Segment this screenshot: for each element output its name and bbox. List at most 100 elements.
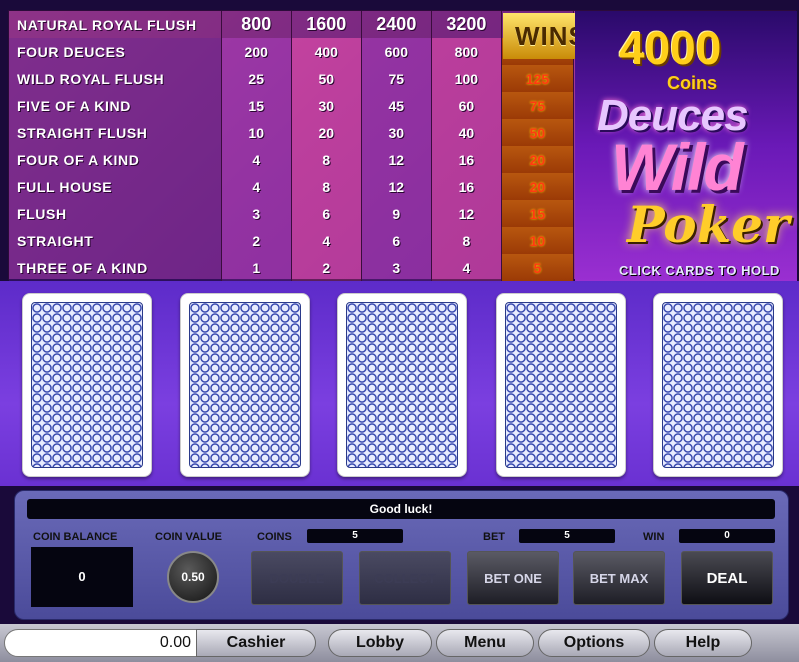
payout-bet-1: 25 (221, 65, 292, 92)
payout-bet-4: 100 (431, 65, 502, 92)
payout-bet-4: 4 (431, 254, 502, 281)
payout-bet-2: 4 (291, 227, 362, 254)
payout-bet-2: 20 (291, 119, 362, 146)
payout-bet-4: 40 (431, 119, 502, 146)
win-amount: 20 (501, 146, 575, 173)
cashier-button[interactable]: Cashier (196, 629, 316, 657)
hand-name: NATURAL ROYAL FLUSH (9, 11, 222, 38)
paytable-row: FOUR OF A KIND 4 8 12 16 20 (9, 146, 575, 173)
jackpot-amount: 4000 (619, 22, 722, 74)
coin-balance-label: COIN BALANCE (33, 531, 118, 543)
payout-bet-1: 200 (221, 38, 292, 65)
card-slot-2[interactable] (180, 293, 310, 477)
payout-bet-3: 30 (361, 119, 432, 146)
bet-label: BET (483, 531, 505, 543)
paytable-row: FIVE OF A KIND 15 30 45 60 75 (9, 92, 575, 119)
payout-bet-1: 1 (221, 254, 292, 281)
payout-bet-3: 2400 (361, 11, 432, 38)
payout-bet-3: 9 (361, 200, 432, 227)
hand-name: STRAIGHT (9, 227, 222, 254)
menu-button[interactable]: Menu (436, 629, 534, 657)
win-amount: 75 (501, 92, 575, 119)
card-back-pattern (31, 302, 143, 468)
bet-display: 5 (519, 529, 615, 543)
account-balance: 0.00 (4, 629, 200, 657)
paytable-grid: NATURAL ROYAL FLUSH 800 1600 2400 3200 F… (9, 11, 575, 281)
payout-bet-1: 15 (221, 92, 292, 119)
payout-bet-2: 8 (291, 173, 362, 200)
win-label: WIN (643, 531, 665, 543)
logo-title-poker: Poker (627, 195, 790, 254)
bet-one-button[interactable]: BET ONE (467, 551, 559, 605)
payout-bet-3: 12 (361, 146, 432, 173)
paytable-row: STRAIGHT FLUSH 10 20 30 40 50 (9, 119, 575, 146)
payout-bet-2: 6 (291, 200, 362, 227)
payout-bet-4: 8 (431, 227, 502, 254)
payout-bet-4: 16 (431, 146, 502, 173)
payout-bet-4: 800 (431, 38, 502, 65)
payout-bet-1: 800 (221, 11, 292, 38)
paytable-row: NATURAL ROYAL FLUSH 800 1600 2400 3200 (9, 11, 575, 38)
win-amount: 50 (501, 119, 575, 146)
coin-balance-display: 0 (31, 547, 133, 607)
payout-bet-2: 30 (291, 92, 362, 119)
hand-name: WILD ROYAL FLUSH (9, 65, 222, 92)
paytable-row: FOUR DEUCES2004006008001000 (9, 38, 575, 65)
win-amount: 5 (501, 254, 575, 281)
payout-bet-4: 60 (431, 92, 502, 119)
card-slot-1[interactable] (22, 293, 152, 477)
hand-name: THREE OF A KIND (9, 254, 222, 281)
payout-bet-3: 600 (361, 38, 432, 65)
payout-bet-2: 2 (291, 254, 362, 281)
win-amount: 15 (501, 200, 575, 227)
help-button[interactable]: Help (654, 629, 752, 657)
payout-bet-1: 10 (221, 119, 292, 146)
payout-bet-2: 50 (291, 65, 362, 92)
payout-bet-1: 4 (221, 146, 292, 173)
paytable-row: STRAIGHT 2 4 6 8 10 (9, 227, 575, 254)
coin-value-button[interactable]: 0.50 (167, 551, 219, 603)
collect-button[interactable]: COLLECT (359, 551, 451, 605)
card-back-pattern (346, 302, 458, 468)
card-slot-4[interactable] (496, 293, 626, 477)
double-button[interactable]: DOUBLE (251, 551, 343, 605)
hand-name: FOUR OF A KIND (9, 146, 222, 173)
payout-bet-1: 4 (221, 173, 292, 200)
card-back-pattern (505, 302, 617, 468)
win-amount: 10 (501, 227, 575, 254)
payout-bet-1: 3 (221, 200, 292, 227)
paytable: NATURAL ROYAL FLUSH 800 1600 2400 3200 F… (8, 10, 797, 281)
payout-bet-3: 12 (361, 173, 432, 200)
hold-hint: CLICK CARDS TO HOLD (619, 263, 780, 278)
coins-display: 5 (307, 529, 403, 543)
card-back-pattern (189, 302, 301, 468)
options-button[interactable]: Options (538, 629, 650, 657)
payout-bet-4: 12 (431, 200, 502, 227)
card-back-pattern (662, 302, 774, 468)
deal-button[interactable]: DEAL (681, 551, 773, 605)
win-amount: 20 (501, 173, 575, 200)
win-display: 0 (679, 529, 775, 543)
logo-title-wild: Wild (611, 130, 744, 204)
card-slot-3[interactable] (337, 293, 467, 477)
game-logo-panel: 4000 Coins Deuces Wild Poker CLICK CARDS… (575, 11, 797, 281)
paytable-row: FULL HOUSE 4 8 12 16 20 (9, 173, 575, 200)
paytable-row: WILD ROYAL FLUSH 25 50 75 100 125 (9, 65, 575, 92)
payout-bet-1: 2 (221, 227, 292, 254)
payout-bet-4: 16 (431, 173, 502, 200)
card-table (0, 281, 799, 486)
coins-label: COINS (257, 531, 292, 543)
hand-name: FLUSH (9, 200, 222, 227)
card-slot-5[interactable] (653, 293, 783, 477)
coin-value-label: COIN VALUE (155, 531, 223, 543)
paytable-row: FLUSH 3 6 9 12 15 (9, 200, 575, 227)
bottom-bar: 0.00 Cashier Lobby Menu Options Help (0, 624, 799, 662)
bet-max-button[interactable]: BET MAX (573, 551, 665, 605)
hand-name: FULL HOUSE (9, 173, 222, 200)
payout-bet-3: 45 (361, 92, 432, 119)
payout-bet-2: 8 (291, 146, 362, 173)
lobby-button[interactable]: Lobby (328, 629, 432, 657)
payout-bet-3: 75 (361, 65, 432, 92)
hand-name: FIVE OF A KIND (9, 92, 222, 119)
hand-name: STRAIGHT FLUSH (9, 119, 222, 146)
